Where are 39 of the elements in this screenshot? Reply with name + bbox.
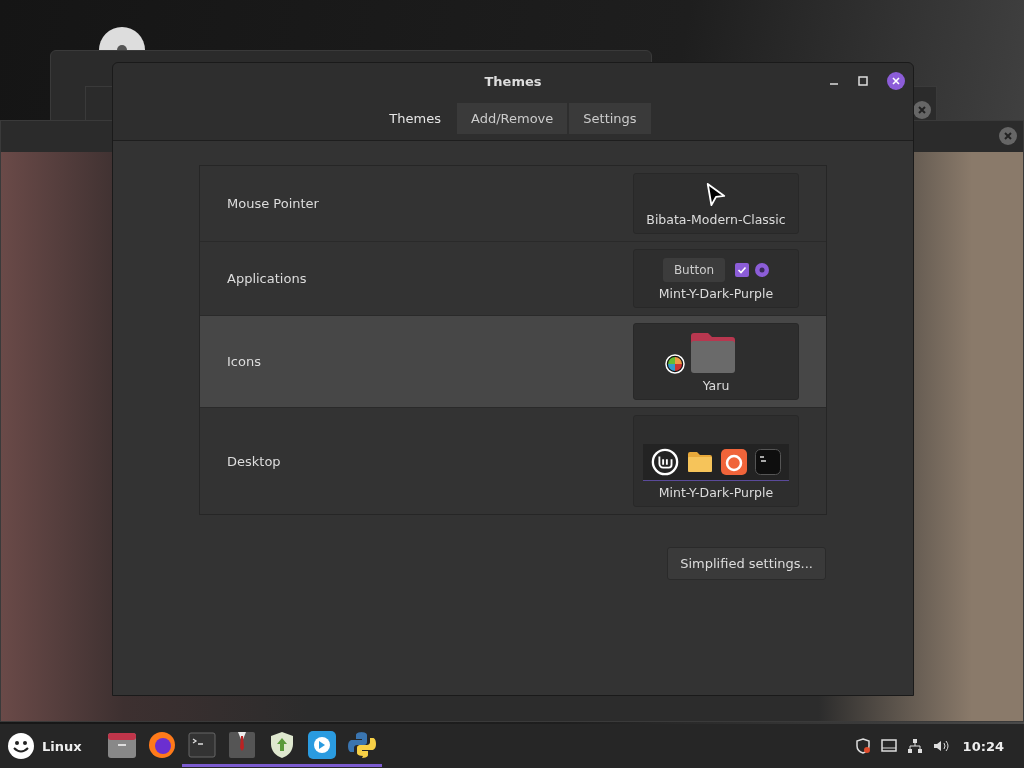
- theme-name: Mint-Y-Dark-Purple: [658, 286, 774, 301]
- theme-chooser-button[interactable]: Button Mint-Y-Dark-Purple: [633, 249, 799, 308]
- simplified-settings-button[interactable]: Simplified settings...: [667, 547, 826, 580]
- terminal-icon: [186, 729, 217, 760]
- row-label: Applications: [227, 271, 307, 286]
- radio-icon: [755, 263, 770, 277]
- theme-chooser-button[interactable]: Bibata-Modern-Classic: [633, 173, 799, 234]
- close-icon[interactable]: [887, 72, 905, 90]
- menu-label[interactable]: Linux: [42, 738, 82, 754]
- theme-chooser-button[interactable]: Mint-Y-Dark-Purple: [633, 415, 799, 507]
- row-label: Mouse Pointer: [227, 196, 319, 211]
- mint-logo-icon: [651, 448, 679, 476]
- tab[interactable]: Settings: [569, 103, 651, 134]
- smiley-icon[interactable]: [6, 731, 36, 761]
- theme-chooser-button[interactable]: Yaru: [633, 323, 799, 400]
- row-label: Desktop: [227, 453, 281, 469]
- theme-name: Mint-Y-Dark-Purple: [658, 485, 774, 500]
- maximize-icon[interactable]: [858, 76, 868, 86]
- folder-icon: [689, 332, 737, 374]
- volume-icon[interactable]: [932, 738, 949, 754]
- folder-icon: [687, 451, 713, 473]
- window-title: Themes: [484, 73, 542, 89]
- theme-name: Yaru: [702, 378, 730, 393]
- checkbox-icon: [735, 263, 750, 277]
- snake-logo-icon: [346, 729, 377, 760]
- suit-icon: [226, 729, 257, 760]
- sample-button: Button: [662, 258, 726, 282]
- monitor-icon[interactable]: [880, 738, 897, 754]
- tab[interactable]: Add/Remove: [457, 103, 568, 134]
- browser-icon: [146, 729, 177, 760]
- theme-name: Bibata-Modern-Classic: [646, 212, 786, 227]
- terminal-icon: [755, 449, 781, 475]
- row-label: Icons: [227, 354, 261, 369]
- clock[interactable]: 10:24: [962, 738, 1004, 754]
- shield-icon[interactable]: [854, 738, 871, 754]
- pointer-icon: [705, 182, 727, 208]
- color-wheel-icon: [665, 354, 685, 374]
- browser-icon: [721, 449, 747, 475]
- network-icon[interactable]: [906, 738, 923, 754]
